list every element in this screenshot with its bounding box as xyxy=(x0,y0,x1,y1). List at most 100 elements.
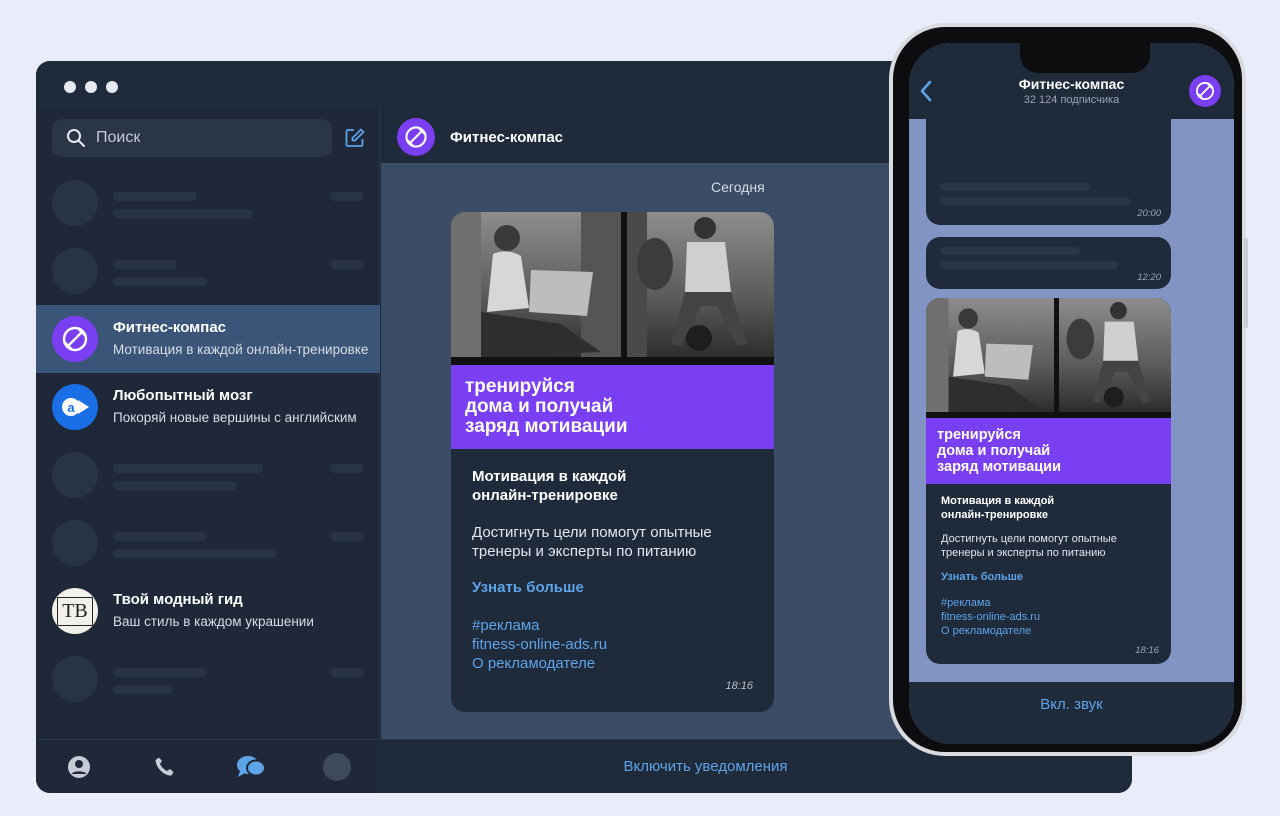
avatar: a xyxy=(52,384,98,430)
channel-avatar[interactable] xyxy=(397,118,435,156)
advertiser-link[interactable]: О рекламодателе xyxy=(941,624,1166,638)
subscriber-count: 32 124 подписчика xyxy=(1023,94,1120,106)
chat-row-fitness[interactable]: Фитнес-компас Мотивация в каждой онлайн-… xyxy=(36,305,380,373)
bottom-nav xyxy=(36,739,380,793)
text-placeholder xyxy=(940,197,1130,205)
contacts-icon[interactable] xyxy=(64,752,94,782)
photo-man-ball xyxy=(627,212,774,357)
learn-more-link[interactable]: Узнать больше xyxy=(472,579,762,596)
post-description: Достигнуть цели помогут опытные тренеры … xyxy=(472,524,712,560)
avatar-placeholder xyxy=(52,248,98,294)
phone-channel-avatar[interactable] xyxy=(1189,75,1221,107)
compose-icon[interactable] xyxy=(344,127,366,149)
phone-bezel: 20:00 12:20 тренируйся дома и получай за… xyxy=(893,27,1242,752)
post-photos[interactable] xyxy=(926,298,1171,418)
text-placeholder xyxy=(330,260,364,269)
chat-list: Фитнес-компас Мотивация в каждой онлайн-… xyxy=(36,169,380,713)
phone-icon[interactable] xyxy=(150,752,180,782)
message-bubble[interactable]: 12:20 xyxy=(926,237,1171,289)
advertiser-link[interactable]: О рекламодателе xyxy=(472,654,762,673)
banner-text: тренируйся дома и получай заряд мотиваци… xyxy=(937,427,1062,475)
avatar-placeholder xyxy=(52,180,98,226)
chat-preview: Покоряй новые вершины с английским xyxy=(113,410,357,425)
phone-notch xyxy=(1020,43,1150,73)
svg-text:a: a xyxy=(67,400,75,415)
photo-woman-laptop xyxy=(451,212,621,357)
search-icon xyxy=(67,129,85,147)
text-placeholder xyxy=(940,261,1118,269)
brain-logo-icon: a xyxy=(62,398,89,416)
phone-side-button xyxy=(1244,238,1248,328)
search-input[interactable] xyxy=(96,129,296,147)
post-banner: тренируйся дома и получай заряд мотиваци… xyxy=(451,365,774,449)
message-time: 12:20 xyxy=(1137,272,1161,283)
post-time: 18:16 xyxy=(1135,645,1159,656)
avatar-placeholder xyxy=(52,452,98,498)
dumbbell-icon xyxy=(62,326,88,352)
hashtag-link[interactable]: #реклама xyxy=(472,616,762,635)
post-photos[interactable] xyxy=(451,212,774,365)
search-box[interactable] xyxy=(52,119,332,157)
message-time: 20:00 xyxy=(1137,208,1161,219)
text-placeholder xyxy=(330,192,364,201)
phone-screen: 20:00 12:20 тренируйся дома и получай за… xyxy=(909,43,1234,744)
window-minimize-dot[interactable] xyxy=(85,81,97,93)
dumbbell-icon xyxy=(405,126,427,148)
text-placeholder xyxy=(113,277,207,286)
phone-channel-title: Фитнес-компас xyxy=(1018,76,1125,92)
chat-row-placeholder[interactable] xyxy=(36,169,380,237)
text-placeholder xyxy=(113,209,253,218)
dumbbell-icon xyxy=(1196,82,1214,100)
chat-row-placeholder[interactable] xyxy=(36,237,380,305)
text-placeholder xyxy=(940,247,1080,255)
post-title: Мотивация в каждой онлайн-тренировке xyxy=(472,468,627,504)
fashion-logo: TB xyxy=(57,596,93,626)
text-placeholder xyxy=(940,183,1090,191)
chat-row-placeholder[interactable] xyxy=(36,441,380,509)
text-placeholder xyxy=(330,668,364,677)
text-placeholder xyxy=(330,532,364,541)
chat-name: Твой модный гид xyxy=(113,591,243,608)
unmute-button[interactable]: Вкл. звук xyxy=(909,696,1234,713)
window-close-dot[interactable] xyxy=(64,81,76,93)
ad-post-mobile[interactable]: тренируйся дома и получай заряд мотиваци… xyxy=(926,298,1171,664)
site-link[interactable]: fitness-online-ads.ru xyxy=(941,610,1166,624)
text-placeholder xyxy=(113,685,173,694)
text-placeholder xyxy=(330,464,364,473)
ad-post[interactable]: тренируйся дома и получай заряд мотиваци… xyxy=(451,212,774,712)
hashtag-link[interactable]: #реклама xyxy=(941,596,1166,610)
avatar-placeholder xyxy=(52,520,98,566)
chat-row-placeholder[interactable] xyxy=(36,645,380,713)
text-placeholder xyxy=(113,668,207,677)
photo-man-ball xyxy=(1059,298,1171,412)
text-placeholder xyxy=(113,481,237,490)
banner-text: тренируйся дома и получай заряд мотиваци… xyxy=(465,376,628,437)
chats-icon[interactable] xyxy=(236,752,266,782)
profile-avatar[interactable] xyxy=(322,752,352,782)
phone-device: 20:00 12:20 тренируйся дома и получай за… xyxy=(889,23,1248,756)
sidebar: Фитнес-компас Мотивация в каждой онлайн-… xyxy=(36,109,380,793)
chat-name: Фитнес-компас xyxy=(113,319,227,336)
text-placeholder xyxy=(113,260,177,269)
chat-row-placeholder[interactable] xyxy=(36,509,380,577)
post-time: 18:16 xyxy=(725,680,753,692)
avatar: TB xyxy=(52,588,98,634)
date-separator: Сегодня xyxy=(711,179,765,195)
window-maximize-dot[interactable] xyxy=(106,81,118,93)
avatar xyxy=(52,316,98,362)
phone-footer: Вкл. звук xyxy=(909,682,1234,744)
site-link[interactable]: fitness-online-ads.ru xyxy=(472,635,762,654)
post-description: Достигнуть цели помогут опытные тренеры … xyxy=(941,533,1117,559)
enable-notifications-button[interactable]: Включить уведомления xyxy=(623,758,787,775)
text-placeholder xyxy=(113,192,197,201)
post-banner: тренируйся дома и получай заряд мотиваци… xyxy=(926,418,1171,484)
chat-name: Любопытный мозг xyxy=(113,387,253,404)
avatar-placeholder xyxy=(52,656,98,702)
chat-preview: Мотивация в каждой онлайн-тренировке xyxy=(113,342,369,357)
chat-row-fashion[interactable]: TB Твой модный гид Ваш стиль в каждом ук… xyxy=(36,577,380,645)
chat-row-brain[interactable]: a Любопытный мозг Покоряй новые вершины … xyxy=(36,373,380,441)
post-title: Мотивация в каждой онлайн-тренировке xyxy=(941,495,1055,521)
learn-more-link[interactable]: Узнать больше xyxy=(941,571,1166,583)
post-body: Мотивация в каждой онлайн-тренировке Дос… xyxy=(941,494,1166,638)
channel-title: Фитнес-компас xyxy=(450,129,564,146)
